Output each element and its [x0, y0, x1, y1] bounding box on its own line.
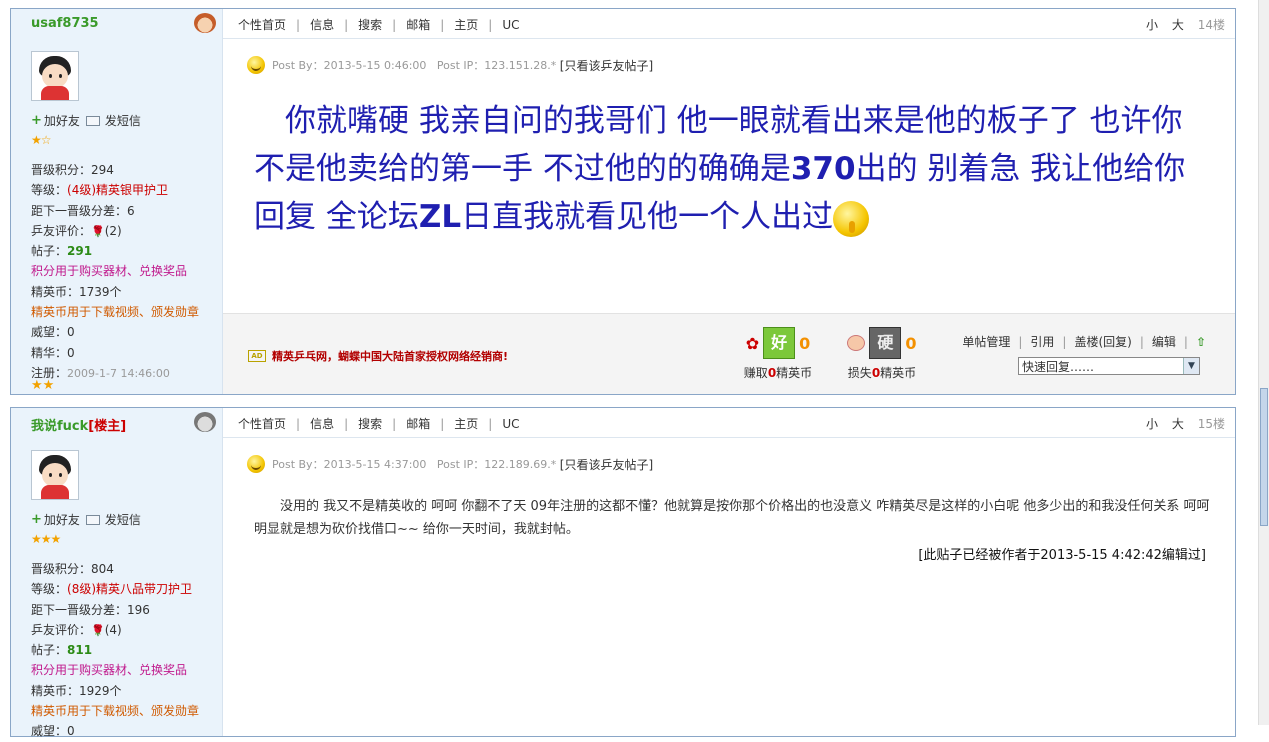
quick-reply-select[interactable]: 快速回复…… ▼	[1018, 357, 1200, 375]
post-content: 没用的 我又不是精英收的 呵呵 你翻不了天 09年注册的这都不懂？他就算是按你那…	[254, 499, 1210, 537]
manage-post-link[interactable]: 单帖管理	[962, 333, 1010, 350]
good-vote[interactable]: ✿ 好 0 赚取0精英币	[733, 327, 823, 381]
nav-homepage[interactable]: 主页	[454, 16, 478, 33]
nav-uc[interactable]: UC	[502, 417, 519, 431]
user-sidebar: usaf8735 + 加好友 发短信 ★☆ 晋级积分：294 等级：(4级)精英银…	[11, 9, 223, 394]
top-arrow-icon[interactable]: ⇧	[1196, 335, 1206, 349]
post-manage: 单帖管理 | 引用 | 盖楼(回复) | 编辑 | ⇧	[962, 333, 1206, 350]
page-scrollbar[interactable]	[1258, 0, 1269, 725]
username[interactable]: usaf8735	[31, 16, 99, 31]
nav-info[interactable]: 信息	[310, 16, 334, 33]
user-sidebar: 我说fuck[楼主] + 加好友 发短信 ★★★ 晋级积分：804 等级：(8级)…	[11, 408, 223, 738]
points-link[interactable]: 积分用于购买器材、兑换奖品	[31, 264, 187, 278]
rank-stars: ★☆	[31, 133, 51, 147]
send-message-button[interactable]: 发短信	[85, 112, 141, 129]
post-toolbar: 个性首页 | 信息 | 搜索 | 邮箱 | 主页 | UC 小 大 14楼	[223, 9, 1235, 39]
rose-icon: 🌹	[91, 224, 105, 238]
ad-icon: AD	[248, 350, 266, 362]
font-small-button[interactable]: 小	[1146, 18, 1158, 32]
plus-icon: +	[31, 113, 42, 128]
post-meta: Post By：2013-5-15 4:37:00 Post IP：122.18…	[247, 455, 653, 473]
level-link[interactable]: (8级)精英八品带刀护卫	[67, 582, 192, 596]
post-nav: 个性首页 | 信息 | 搜索 | 邮箱 | 主页 | UC	[238, 16, 520, 33]
username[interactable]: 我说fuck[楼主]	[31, 415, 126, 434]
hard-icon: 硬	[869, 327, 902, 359]
coins-link[interactable]: 精英币用于下载视频、颁发勋章	[31, 704, 199, 718]
chevron-down-icon: ▼	[1183, 358, 1199, 374]
plus-icon: +	[31, 512, 42, 527]
add-friend-button[interactable]: + 加好友	[31, 511, 80, 528]
edit-notice: [此贴子已经被作者于2013-5-15 4:42:42编辑过]	[918, 548, 1206, 563]
points-link[interactable]: 积分用于购买器材、兑换奖品	[31, 663, 187, 677]
mail-icon	[85, 514, 100, 525]
coins-link[interactable]: 精英币用于下载视频、颁发勋章	[31, 305, 199, 319]
mail-icon	[85, 115, 100, 126]
shush-emoji-icon	[833, 200, 870, 237]
edit-link[interactable]: 编辑	[1152, 333, 1176, 350]
post-meta: Post By：2013-5-15 0:46:00 Post IP：123.15…	[247, 56, 653, 74]
nav-home[interactable]: 个性首页	[238, 16, 286, 33]
nav-mail[interactable]: 邮箱	[406, 16, 430, 33]
smile-icon	[247, 455, 265, 473]
font-large-button[interactable]: 大	[1172, 417, 1184, 431]
scrollbar-thumb[interactable]	[1260, 388, 1268, 526]
offline-avatar-icon	[194, 412, 216, 432]
level-link[interactable]: (4级)精英银甲护卫	[67, 183, 168, 197]
avatar[interactable]	[31, 51, 79, 101]
avatar[interactable]	[31, 450, 79, 500]
add-friend-button[interactable]: + 加好友	[31, 112, 80, 129]
user-info: 晋级积分：294 等级：(4级)精英银甲护卫 距下一晋级分差：6 乒友评价：🌹(…	[31, 163, 200, 380]
ad-link[interactable]: AD 精英乒乓网，蝴蝶中国大陆首家授权网络经销商!	[248, 348, 508, 364]
only-view-link[interactable]: [只看该乒友帖子]	[560, 456, 653, 473]
post-toolbar: 个性首页 | 信息 | 搜索 | 邮箱 | 主页 | UC 小 大 15楼	[223, 408, 1235, 438]
send-message-button[interactable]: 发短信	[85, 511, 141, 528]
nav-search[interactable]: 搜索	[358, 415, 382, 432]
reply-link[interactable]: 盖楼(回复)	[1074, 333, 1131, 350]
good-icon: 好	[763, 327, 796, 359]
post-15: 我说fuck[楼主] + 加好友 发短信 ★★★ 晋级积分：804 等级：(8级)…	[10, 407, 1236, 738]
pig-icon	[847, 335, 866, 351]
nav-homepage[interactable]: 主页	[454, 415, 478, 432]
nav-info[interactable]: 信息	[310, 415, 334, 432]
rank-stars: ★★★	[31, 532, 61, 546]
user-info: 晋级积分：804 等级：(8级)精英八品带刀护卫 距下一晋级分差：196 乒友评…	[31, 562, 200, 739]
post-content: 你就嘴硬 我亲自问的我哥们 他一眼就看出来是他的板子了 也许你不是他卖给的第一手…	[254, 103, 1186, 237]
rose-icon: 🌹	[91, 623, 105, 637]
post-14: usaf8735 + 加好友 发短信 ★☆ 晋级积分：294 等级：(4级)精英银…	[10, 8, 1236, 395]
nav-home[interactable]: 个性首页	[238, 415, 286, 432]
nav-mail[interactable]: 邮箱	[406, 415, 430, 432]
floor-number: 15楼	[1197, 417, 1225, 431]
only-view-link[interactable]: [只看该乒友帖子]	[560, 57, 653, 74]
medal-stars: ★★	[31, 378, 55, 393]
smile-icon	[247, 56, 265, 74]
hard-vote[interactable]: 硬0 损失0精英币	[837, 327, 927, 381]
quote-link[interactable]: 引用	[1030, 333, 1054, 350]
post-nav: 个性首页 | 信息 | 搜索 | 邮箱 | 主页 | UC	[238, 415, 520, 432]
flower-icon: ✿	[745, 333, 760, 353]
floor-number: 14楼	[1197, 18, 1225, 32]
nav-search[interactable]: 搜索	[358, 16, 382, 33]
font-small-button[interactable]: 小	[1146, 417, 1158, 431]
male-avatar-icon	[194, 13, 216, 33]
nav-uc[interactable]: UC	[502, 18, 519, 32]
font-large-button[interactable]: 大	[1172, 18, 1184, 32]
post-footer: AD 精英乒乓网，蝴蝶中国大陆首家授权网络经销商! ✿ 好 0 赚取0精英币 硬0 损…	[223, 313, 1235, 394]
